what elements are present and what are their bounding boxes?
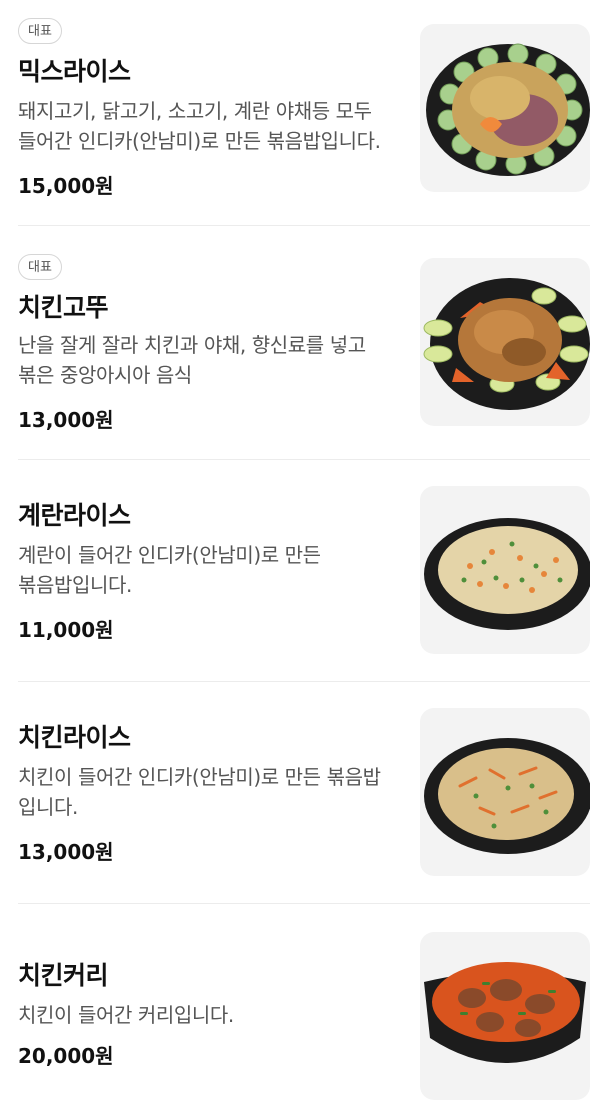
- menu-item-mix-rice[interactable]: 대표 믹스라이스 돼지고기, 닭고기, 소고기, 계란 야채등 모두 들어간 인…: [0, 0, 600, 226]
- menu-item-price: 13,000원: [18, 840, 114, 864]
- menu-item-photo[interactable]: [420, 24, 590, 192]
- menu-item-description: 계란이 들어간 인디카(안남미)로 만든 볶음밥입니다.: [18, 543, 321, 597]
- signature-badge: 대표: [18, 254, 62, 280]
- menu-item-description: 치킨이 들어간 커리입니다.: [18, 1003, 234, 1027]
- menu-item-description: 난을 잘게 잘라 치킨과 야채, 향신료를 넣고 볶은 중앙아시아 음식: [18, 333, 366, 387]
- menu-item-description: 돼지고기, 닭고기, 소고기, 계란 야채등 모두 들어간 인디카(안남미)로 …: [18, 99, 381, 153]
- menu-item-photo[interactable]: [420, 486, 590, 654]
- signature-badge: 대표: [18, 18, 62, 44]
- mix-rice-salad-plate-icon: [426, 43, 590, 176]
- menu-item-name: 믹스라이스: [18, 57, 131, 86]
- chicken-curry-bowl-icon: [424, 962, 586, 1063]
- chicken-kottu-plate-icon: [423, 278, 590, 410]
- menu-item-chicken-curry[interactable]: 치킨커리 치킨이 들어간 커리입니다. 20,000원: [0, 904, 600, 1112]
- menu-item-price: 13,000원: [18, 408, 114, 432]
- menu-item-description: 치킨이 들어간 인디카(안남미)로 만든 볶음밥 입니다.: [18, 765, 381, 819]
- menu-item-name: 치킨커리: [18, 961, 109, 990]
- menu-item-name: 계란라이스: [18, 501, 131, 530]
- menu-item-photo[interactable]: [420, 258, 590, 426]
- menu-item-chicken-rice[interactable]: 치킨라이스 치킨이 들어간 인디카(안남미)로 만든 볶음밥 입니다. 13,0…: [0, 682, 600, 904]
- menu-item-price: 11,000원: [18, 618, 114, 642]
- egg-fried-rice-plate-icon: [424, 518, 590, 630]
- menu-item-photo[interactable]: [420, 708, 590, 876]
- menu-item-price: 15,000원: [18, 174, 114, 198]
- menu-item-chicken-kottu[interactable]: 대표 치킨고뚜 난을 잘게 잘라 치킨과 야채, 향신료를 넣고 볶은 중앙아시…: [0, 226, 600, 460]
- menu-list: 대표 믹스라이스 돼지고기, 닭고기, 소고기, 계란 야채등 모두 들어간 인…: [0, 0, 600, 1112]
- menu-item-price: 20,000원: [18, 1044, 114, 1068]
- menu-item-photo[interactable]: [420, 932, 590, 1100]
- menu-item-name: 치킨고뚜: [18, 293, 109, 322]
- menu-item-name: 치킨라이스: [18, 723, 131, 752]
- menu-item-egg-rice[interactable]: 계란라이스 계란이 들어간 인디카(안남미)로 만든 볶음밥입니다. 11,00…: [0, 460, 600, 682]
- chicken-fried-rice-plate-icon: [424, 738, 590, 854]
